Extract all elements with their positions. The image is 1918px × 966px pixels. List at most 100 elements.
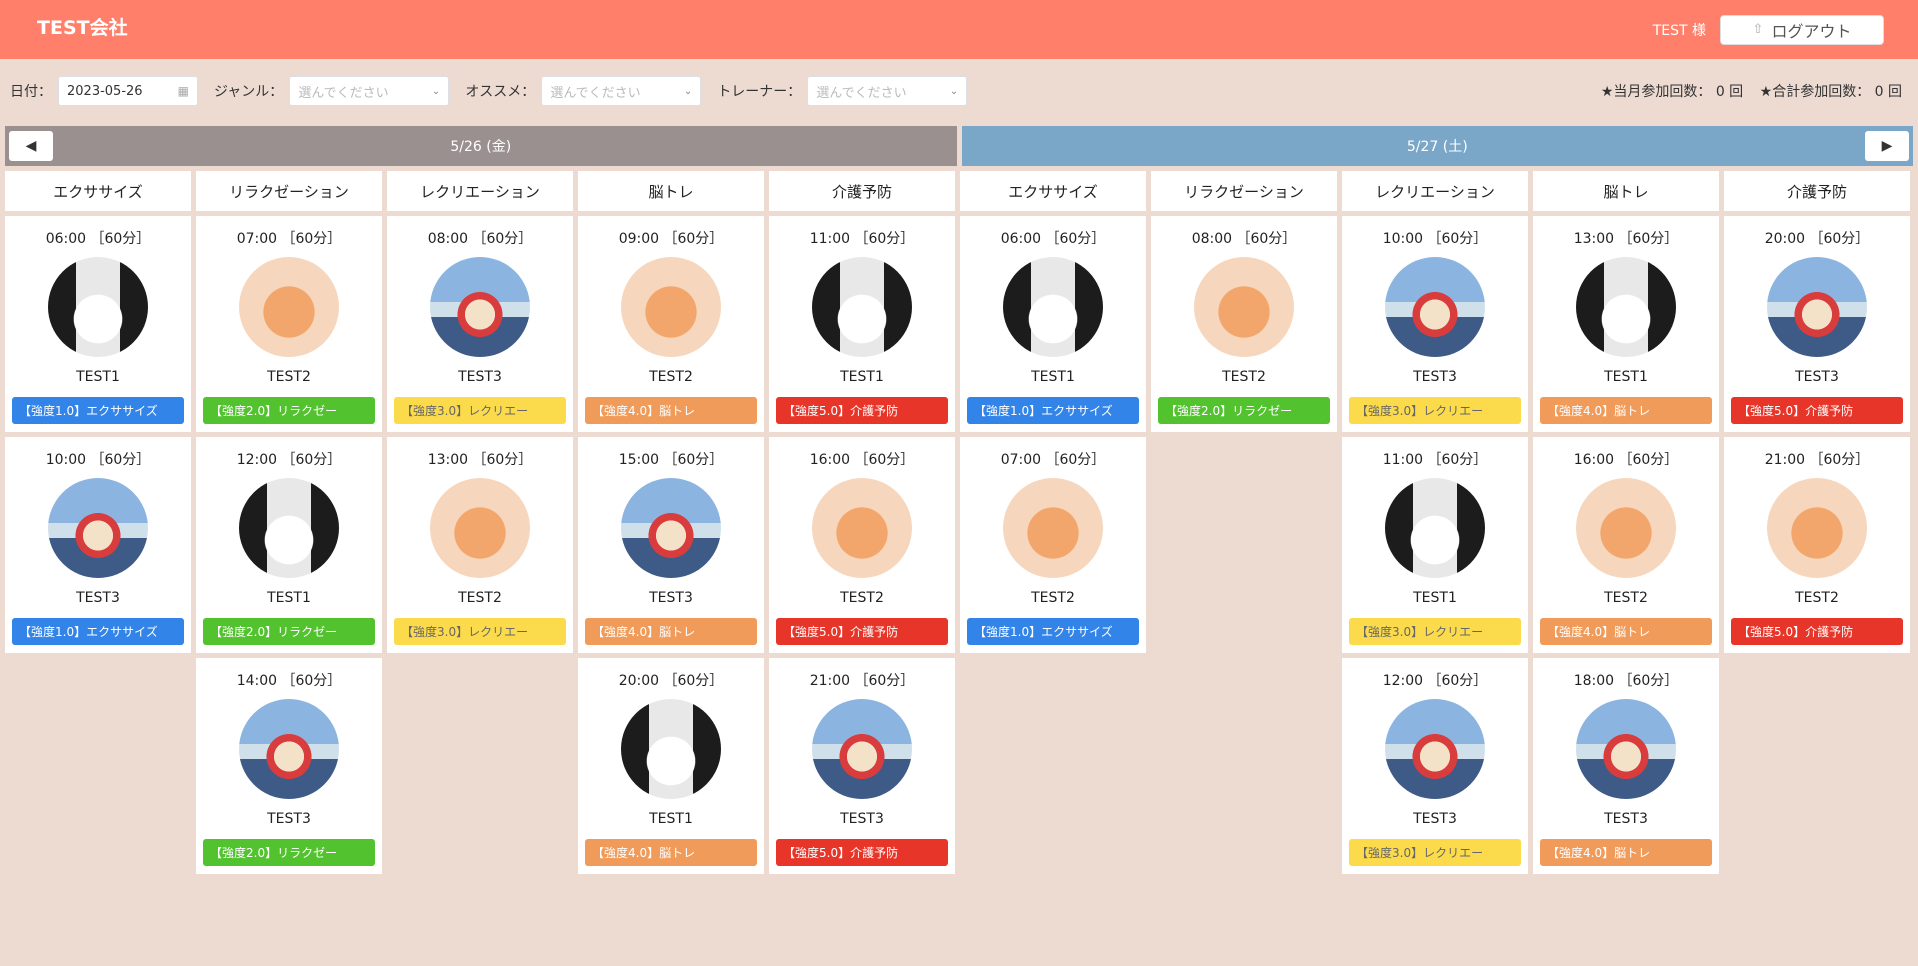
lesson-time: 16:00 ［60分］ <box>1573 452 1679 468</box>
trainer-name: TEST2 <box>1031 590 1075 606</box>
lesson-card[interactable]: 18:00 ［60分］ TEST3 【強度4.0】脳トレ <box>1533 658 1719 874</box>
logout-button[interactable]: ⇧ ログアウト <box>1720 14 1884 45</box>
lesson-time: 12:00 ［60分］ <box>1382 673 1488 689</box>
lesson-card[interactable]: 12:00 ［60分］ TEST3 【強度3.0】レクリエー <box>1342 658 1528 874</box>
lesson-card[interactable]: 16:00 ［60分］ TEST2 【強度4.0】脳トレ <box>1533 437 1719 653</box>
trainer-avatar <box>1003 478 1103 578</box>
arrow-left-icon: ◀ <box>25 138 37 154</box>
trainer-avatar <box>1576 478 1676 578</box>
app-header: TEST会社 TEST 様 ⇧ ログアウト <box>0 0 1918 59</box>
chevron-down-icon: ⌄ <box>949 85 959 97</box>
trainer-avatar <box>1003 257 1103 357</box>
lesson-card[interactable]: 15:00 ［60分］ TEST3 【強度4.0】脳トレ <box>578 437 764 653</box>
lesson-card[interactable]: 20:00 ［60分］ TEST3 【強度5.0】介護予防 <box>1724 216 1910 432</box>
lesson-card[interactable]: 21:00 ［60分］ TEST2 【強度5.0】介護予防 <box>1724 437 1910 653</box>
lesson-time: 06:00 ［60分］ <box>1000 231 1106 247</box>
lesson-card[interactable]: 07:00 ［60分］ TEST2 【強度1.0】エクササイズ <box>960 437 1146 653</box>
lesson-card[interactable]: 11:00 ［60分］ TEST1 【強度5.0】介護予防 <box>769 216 955 432</box>
schedule-column: 介護予防 20:00 ［60分］ TEST3 【強度5.0】介護予防 21:00 ［60… <box>1724 171 1910 879</box>
lesson-card[interactable]: 13:00 ［60分］ TEST2 【強度3.0】レクリエー <box>387 437 573 653</box>
schedule-column: レクリエーション 10:00 ［60分］ TEST3 【強度3.0】レクリエー 11:0… <box>1342 171 1528 879</box>
trainer-name: TEST3 <box>76 590 120 606</box>
trainer-avatar <box>1385 257 1485 357</box>
lesson-card[interactable]: 10:00 ［60分］ TEST3 【強度3.0】レクリエー <box>1342 216 1528 432</box>
recommend-placeholder: 選んでください <box>550 85 641 101</box>
day-label-right: 5/27 (土) <box>1406 139 1468 155</box>
trainer-avatar <box>621 257 721 357</box>
trainer-avatar <box>239 257 339 357</box>
trainer-name: TEST1 <box>1413 590 1457 606</box>
intensity-badge: 【強度3.0】レクリエー <box>394 618 566 645</box>
trainer-name: TEST2 <box>649 369 693 385</box>
genre-header: リラクゼーション <box>196 171 382 211</box>
lesson-card[interactable]: 20:00 ［60分］ TEST1 【強度4.0】脳トレ <box>578 658 764 874</box>
genre-label: ジャンル： <box>214 84 284 100</box>
lesson-time: 21:00 ［60分］ <box>1764 452 1870 468</box>
trainer-avatar <box>48 478 148 578</box>
intensity-badge: 【強度4.0】脳トレ <box>585 397 757 424</box>
day-header-right: 5/27 (土) ▶ <box>961 126 1913 166</box>
lesson-time: 14:00 ［60分］ <box>236 673 342 689</box>
lesson-time: 12:00 ［60分］ <box>236 452 342 468</box>
trainer-avatar <box>621 478 721 578</box>
intensity-badge: 【強度4.0】脳トレ <box>1540 618 1712 645</box>
lesson-time: 20:00 ［60分］ <box>1764 231 1870 247</box>
trainer-name: TEST2 <box>1604 590 1648 606</box>
chevron-down-icon: ⌄ <box>431 85 441 97</box>
trainer-name: TEST3 <box>1413 369 1457 385</box>
lesson-card[interactable]: 06:00 ［60分］ TEST1 【強度1.0】エクササイズ <box>960 216 1146 432</box>
lesson-card[interactable]: 14:00 ［60分］ TEST3 【強度2.0】リラクゼー <box>196 658 382 874</box>
filter-bar: 日付： 2023-05-26 ▦ ジャンル： 選んでください ⌄ オススメ： 選… <box>0 59 1918 123</box>
intensity-badge: 【強度3.0】レクリエー <box>1349 839 1521 866</box>
lesson-card[interactable]: 10:00 ［60分］ TEST3 【強度1.0】エクササイズ <box>5 437 191 653</box>
trainer-name: TEST3 <box>840 811 884 827</box>
trainer-label: トレーナー： <box>717 84 802 100</box>
trainer-name: TEST1 <box>76 369 120 385</box>
trainer-select[interactable]: 選んでください ⌄ <box>807 76 968 106</box>
genre-header: 脳トレ <box>578 171 764 211</box>
lesson-card[interactable]: 09:00 ［60分］ TEST2 【強度4.0】脳トレ <box>578 216 764 432</box>
intensity-badge: 【強度2.0】リラクゼー <box>203 618 375 645</box>
prev-day-button[interactable]: ◀ <box>9 131 53 161</box>
date-picker[interactable]: 2023-05-26 ▦ <box>58 76 198 106</box>
lesson-card[interactable]: 07:00 ［60分］ TEST2 【強度2.0】リラクゼー <box>196 216 382 432</box>
lesson-card[interactable]: 16:00 ［60分］ TEST2 【強度5.0】介護予防 <box>769 437 955 653</box>
trainer-name: TEST3 <box>267 811 311 827</box>
lesson-card[interactable]: 08:00 ［60分］ TEST2 【強度2.0】リラクゼー <box>1151 216 1337 432</box>
intensity-badge: 【強度2.0】リラクゼー <box>203 397 375 424</box>
trainer-name: TEST2 <box>1222 369 1266 385</box>
lesson-card[interactable]: 21:00 ［60分］ TEST3 【強度5.0】介護予防 <box>769 658 955 874</box>
schedule-column: エクササイズ 06:00 ［60分］ TEST1 【強度1.0】エクササイズ 10:00… <box>5 171 191 879</box>
lesson-time: 10:00 ［60分］ <box>45 452 151 468</box>
next-day-button[interactable]: ▶ <box>1865 131 1909 161</box>
intensity-badge: 【強度4.0】脳トレ <box>585 839 757 866</box>
lesson-card[interactable]: 13:00 ［60分］ TEST1 【強度4.0】脳トレ <box>1533 216 1719 432</box>
lesson-time: 15:00 ［60分］ <box>618 452 724 468</box>
intensity-badge: 【強度3.0】レクリエー <box>1349 618 1521 645</box>
date-value: 2023-05-26 <box>67 83 143 99</box>
genre-header: レクリエーション <box>387 171 573 211</box>
header-right: TEST 様 ⇧ ログアウト <box>1653 14 1884 45</box>
trainer-name: TEST3 <box>458 369 502 385</box>
lesson-card[interactable]: 06:00 ［60分］ TEST1 【強度1.0】エクササイズ <box>5 216 191 432</box>
trainer-name: TEST3 <box>649 590 693 606</box>
genre-header: 介護予防 <box>769 171 955 211</box>
genre-select[interactable]: 選んでください ⌄ <box>289 76 450 106</box>
trainer-name: TEST2 <box>1795 590 1839 606</box>
genre-header: 介護予防 <box>1724 171 1910 211</box>
arrow-right-icon: ▶ <box>1881 138 1893 154</box>
intensity-badge: 【強度4.0】脳トレ <box>585 618 757 645</box>
logout-label: ログアウト <box>1771 21 1852 41</box>
trainer-name: TEST1 <box>649 811 693 827</box>
lesson-card[interactable]: 12:00 ［60分］ TEST1 【強度2.0】リラクゼー <box>196 437 382 653</box>
lesson-card[interactable]: 08:00 ［60分］ TEST3 【強度3.0】レクリエー <box>387 216 573 432</box>
intensity-badge: 【強度5.0】介護予防 <box>776 839 948 866</box>
trainer-avatar <box>1767 478 1867 578</box>
lesson-card[interactable]: 11:00 ［60分］ TEST1 【強度3.0】レクリエー <box>1342 437 1528 653</box>
trainer-avatar <box>621 699 721 799</box>
trainer-avatar <box>1576 699 1676 799</box>
intensity-badge: 【強度5.0】介護予防 <box>1731 618 1903 645</box>
trainer-avatar <box>1767 257 1867 357</box>
schedule-grid: エクササイズ 06:00 ［60分］ TEST1 【強度1.0】エクササイズ 10:00… <box>0 171 1918 879</box>
recommend-select[interactable]: 選んでください ⌄ <box>541 76 702 106</box>
